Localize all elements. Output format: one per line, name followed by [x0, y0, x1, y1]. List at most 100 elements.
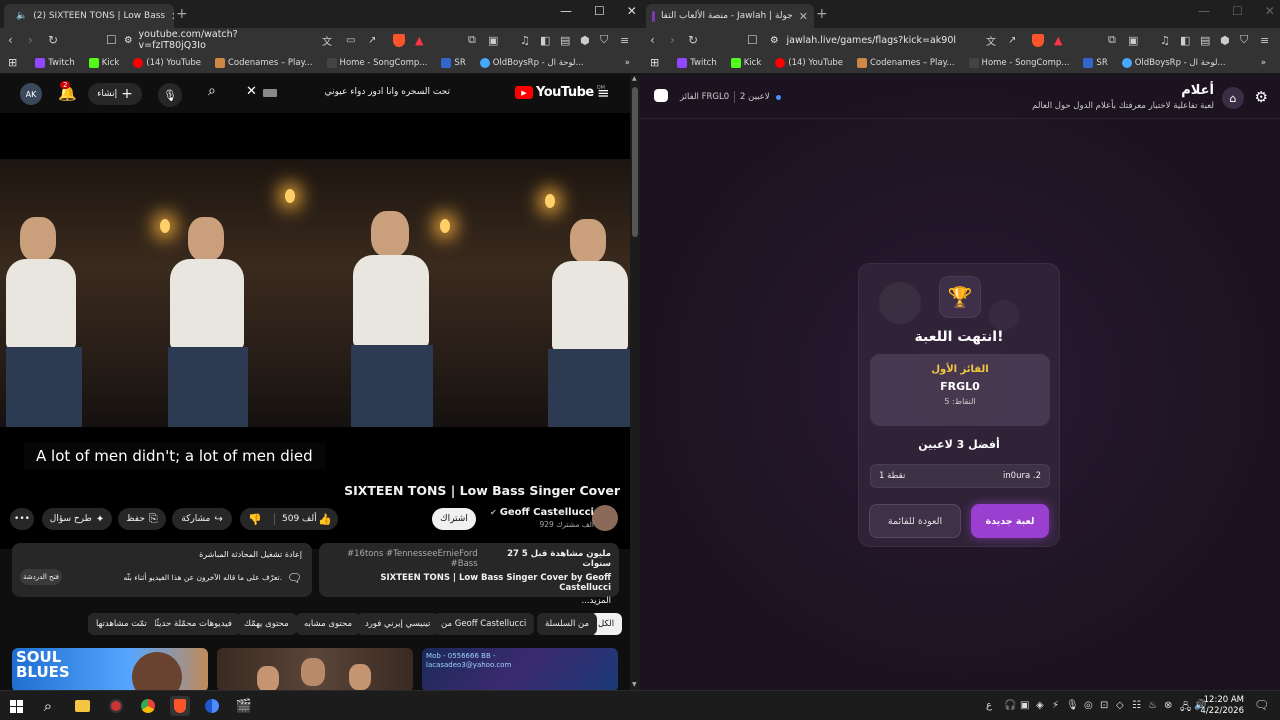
chip-for-you[interactable]: محتوى يهمّك — [236, 613, 297, 635]
headset-icon[interactable]: 🎧 — [1004, 700, 1016, 711]
clapperboard-icon[interactable]: 🎬 — [234, 696, 254, 716]
description-box[interactable]: #16tons #TennesseeErnieFord #Bass 27 ملي… — [319, 543, 619, 606]
site-info-icon[interactable]: ⚙ — [124, 35, 133, 46]
share-icon[interactable]: ↗ — [368, 28, 376, 52]
translate-icon[interactable]: 文 — [986, 28, 996, 52]
more-bookmarks-icon[interactable]: » — [625, 58, 630, 68]
dislike-button[interactable]: 👎 — [248, 513, 262, 526]
bookmark-codenames[interactable]: Codenames – Play... — [856, 57, 955, 68]
create-button[interactable]: إنشاء + — [88, 83, 142, 105]
sidebar-icon[interactable]: ◧ — [1180, 28, 1190, 52]
screenshot-icon[interactable]: ▣ — [488, 28, 498, 52]
close-tab-icon[interactable]: ✕ — [799, 10, 808, 23]
subscribe-button[interactable]: اشتراك — [432, 508, 476, 530]
apps-icon[interactable]: ⊞ — [650, 56, 659, 69]
speaker-icon[interactable]: 🔈 — [16, 11, 27, 21]
menu-icon[interactable]: ≡ — [620, 28, 629, 52]
bookmark-codenames[interactable]: Codenames – Play... — [214, 57, 313, 68]
avatar[interactable]: AK — [20, 83, 42, 105]
bookmark-oldboys[interactable]: OldBoysRp - لوحة ال... — [479, 57, 584, 68]
minimize-icon[interactable]: — — [560, 4, 572, 18]
new-tab-button[interactable]: + — [176, 6, 188, 22]
maximize-icon[interactable]: ☐ — [1232, 4, 1243, 18]
search-icon[interactable]: ⌕ — [38, 696, 58, 716]
tray-app-icon[interactable]: ▣ — [1020, 700, 1029, 711]
minimize-icon[interactable]: — — [1198, 4, 1210, 18]
bookmark-icon[interactable]: ☐ — [106, 28, 117, 52]
new-tab-button[interactable]: + — [816, 6, 828, 22]
bookmark-kick[interactable]: Kick — [88, 57, 119, 68]
brave-shield-icon[interactable] — [1032, 28, 1044, 52]
search-button-icon[interactable]: ⌕ — [208, 83, 216, 99]
extension-puzzle-icon[interactable]: ⬢ — [1220, 28, 1230, 52]
brave-shield-icon[interactable] — [393, 28, 405, 52]
tray-app-icon[interactable]: ☷ — [1132, 700, 1141, 711]
forward-icon[interactable]: › — [670, 28, 675, 52]
tab-youtube[interactable]: 🔈 (2) SIXTEEN TONS | Low Bass ✕ — [4, 4, 174, 28]
bookmark-songcomp[interactable]: Home - SongComp... — [968, 57, 1069, 68]
steam-icon[interactable]: ♨ — [1148, 700, 1157, 711]
media-icon[interactable]: ♫ — [520, 28, 530, 52]
sidebar-icon[interactable]: ◧ — [540, 28, 550, 52]
language-indicator[interactable]: ع — [986, 700, 992, 711]
bookmark-twitch[interactable]: Twitch — [35, 57, 75, 68]
tray-app-icon[interactable]: ◎ — [1084, 700, 1093, 711]
screenshot-icon[interactable]: ▣ — [1128, 28, 1138, 52]
channel-avatar[interactable] — [592, 505, 618, 531]
clear-search-icon[interactable]: ✕ — [246, 84, 257, 99]
bookmark-icon[interactable]: ☐ — [747, 28, 758, 52]
tray-app-icon[interactable]: ⊗ — [1164, 700, 1172, 711]
keyboard-icon[interactable] — [263, 89, 277, 97]
bookmark-youtube[interactable]: (14) YouTube — [775, 57, 843, 68]
scroll-up-icon[interactable]: ▲ — [632, 75, 637, 82]
chip-watched[interactable]: تمّت مشاهدتها — [88, 613, 155, 635]
maximize-icon[interactable]: ☐ — [594, 4, 605, 18]
vpn-icon[interactable]: ⛉ — [1240, 28, 1248, 52]
chip-recent[interactable]: فيديوهات محمّلة حديثًا — [146, 613, 240, 635]
extensions-icon[interactable]: ⧉ — [468, 28, 476, 52]
bookmark-twitch[interactable]: Twitch — [677, 57, 717, 68]
wallet-icon[interactable]: ▤ — [1200, 28, 1210, 52]
start-windows-icon[interactable] — [6, 696, 26, 716]
settings-gear-icon[interactable]: ⚙ — [1255, 88, 1268, 106]
microphone-icon[interactable]: 🎙 — [1066, 700, 1079, 711]
like-button[interactable]: 👍 — [318, 513, 332, 526]
chip-from-series[interactable]: من السلسلة — [537, 613, 598, 635]
share-icon[interactable]: ↗ — [1008, 28, 1016, 52]
tray-app-icon[interactable]: ⊡ — [1100, 700, 1108, 711]
address-bar[interactable]: ⚙ jawlah.live/games/flags?kick=ak90l — [770, 31, 970, 49]
chip-tennessee[interactable]: تينيسي إيرني فورد — [357, 613, 439, 635]
new-game-button[interactable]: لعبة جديدة — [971, 504, 1049, 538]
chat-bubble-icon[interactable] — [654, 89, 668, 102]
bookmark-kick[interactable]: Kick — [730, 57, 761, 68]
save-button[interactable]: حفظ ⎘ — [118, 508, 166, 530]
network-icon[interactable]: 🖧 — [1180, 700, 1191, 717]
chip-related[interactable]: محتوى مشابه — [296, 613, 360, 635]
search-input[interactable]: تحت السحره وانا ادور دواء عيوني — [300, 87, 450, 97]
youtube-logo[interactable]: ▶ YouTube OM — [515, 85, 605, 100]
ask-button[interactable]: طرح سؤال ✦ — [42, 508, 112, 530]
address-bar[interactable]: ⚙ youtube.com/watch?v=fzIT80jQ3Io — [124, 29, 294, 51]
wallet-icon[interactable]: ▤ — [560, 28, 570, 52]
reload-icon[interactable]: ↻ — [48, 28, 58, 52]
thumbnail-flyer[interactable]: Mob - 0556666 BB - lacasadeo3@yahoo.com — [422, 648, 618, 690]
tray-app-icon[interactable]: ⚡ — [1052, 700, 1059, 711]
brave-rewards-icon[interactable]: ▲ — [1054, 28, 1062, 52]
chrome-icon[interactable] — [138, 696, 158, 716]
thumbnail-podcast[interactable] — [217, 648, 413, 690]
brave-rewards-icon[interactable]: ▲ — [415, 28, 423, 52]
vpn-icon[interactable]: ⛉ — [600, 28, 608, 52]
close-tab-icon[interactable]: ✕ — [171, 10, 174, 23]
back-icon[interactable]: ‹ — [8, 28, 13, 52]
scroll-down-icon[interactable]: ▼ — [632, 681, 637, 688]
tab-jawlah[interactable]: جولة | Jawlah - منصة الألعاب التفا ✕ — [646, 4, 814, 28]
site-info-icon[interactable]: ⚙ — [770, 35, 779, 46]
tray-app-icon[interactable]: ◈ — [1036, 700, 1044, 711]
bookmark-sr[interactable]: SR — [441, 57, 466, 68]
translate-icon[interactable]: 文 — [322, 28, 332, 52]
more-bookmarks-icon[interactable]: » — [1261, 58, 1266, 68]
more-actions-icon[interactable]: ••• — [10, 508, 34, 530]
back-to-menu-button[interactable]: العودة للقائمة — [869, 504, 961, 538]
home-button-icon[interactable]: ⌂ — [1222, 87, 1244, 109]
close-window-icon[interactable]: ✕ — [1265, 4, 1275, 18]
